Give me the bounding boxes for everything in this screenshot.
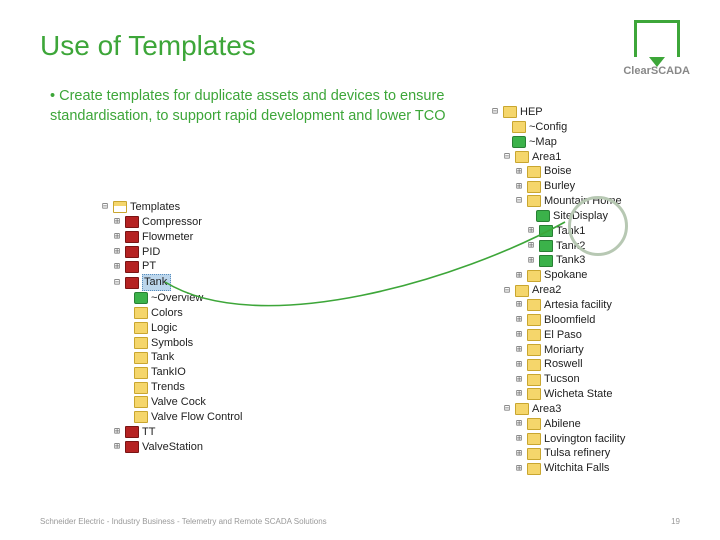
tree-label: Valve Cock [151,395,206,410]
folder-icon [134,396,148,408]
tree-label: Spokane [544,268,587,283]
tree-label: ValveStation [142,440,203,455]
tree-label: Wicheta State [544,387,612,402]
folder-icon [515,403,529,415]
project-tree[interactable]: ⊟HEP ~Config ~Map ⊟Area1 ⊞Boise ⊞Burley … [490,105,670,476]
template-icon [125,426,139,438]
tree-label: TT [142,425,155,440]
folder-icon [134,382,148,394]
folder-icon [503,106,517,118]
footer-left: Schneider Electric - Industry Business -… [40,517,327,526]
templates-tree[interactable]: ⊟Templates ⊞Compressor ⊞Flowmeter ⊞PID ⊞… [100,200,330,454]
tree-label: Area1 [532,150,561,165]
folder-icon [134,352,148,364]
tree-label-selected: Tank [142,274,171,291]
tree-label: Artesia facility [544,298,612,313]
tree-label: Logic [151,321,177,336]
folder-icon [527,359,541,371]
tree-label: Tank3 [556,253,585,268]
folder-icon [527,344,541,356]
tree-label: PID [142,245,160,260]
folder-icon [134,337,148,349]
tree-label: Compressor [142,215,202,230]
folder-icon [134,322,148,334]
folder-icon [512,121,526,133]
tree-label: PT [142,259,156,274]
folder-icon [527,195,541,207]
instance-icon [539,225,553,237]
folder-icon [527,270,541,282]
tree-label: El Paso [544,328,582,343]
tree-label: Moriarty [544,343,584,358]
page-title: Use of Templates [40,30,680,62]
folder-icon [527,433,541,445]
folder-icon [134,367,148,379]
tree-label: Symbols [151,336,193,351]
tree-label: Colors [151,306,183,321]
tree-label: ~Config [529,120,567,135]
folder-icon [527,418,541,430]
tree-label: Roswell [544,357,583,372]
logo-icon [634,20,680,57]
folder-icon [527,181,541,193]
tree-label: TankIO [151,365,186,380]
highlight-circle [568,196,628,256]
folder-icon [527,166,541,178]
folder-icon [527,374,541,386]
tree-label: Burley [544,179,575,194]
tree-label: Boise [544,164,572,179]
tree-label: Flowmeter [142,230,193,245]
tree-label: Tulsa refinery [544,446,610,461]
folder-icon [134,307,148,319]
tree-label: Witchita Falls [544,461,609,476]
mimic-icon [134,292,148,304]
folder-icon [527,463,541,475]
tree-label: HEP [520,105,543,120]
folder-icon [527,314,541,326]
tree-label: Bloomfield [544,313,595,328]
mimic-icon [536,210,550,222]
folder-icon [134,411,148,423]
template-icon [125,216,139,228]
folder-icon [527,388,541,400]
instance-icon [539,255,553,267]
logo: ClearSCADA [623,20,690,77]
folder-icon [527,448,541,460]
tree-label: Lovington facility [544,432,625,447]
tree-label: ~Overview [151,291,203,306]
instance-icon [539,240,553,252]
tree-label: ~Map [529,135,557,150]
template-icon [125,261,139,273]
tree-label: Tucson [544,372,580,387]
template-icon [125,441,139,453]
tree-label: Trends [151,380,185,395]
bullet-text: Create templates for duplicate assets an… [50,87,450,126]
folder-icon [515,285,529,297]
folder-icon [527,299,541,311]
template-icon [125,231,139,243]
tree-label: Area3 [532,402,561,417]
tree-label: Templates [130,200,180,215]
template-icon [125,246,139,258]
footer-page-number: 19 [671,517,680,526]
folder-icon [113,201,127,213]
tree-label: Valve Flow Control [151,410,243,425]
folder-icon [527,329,541,341]
tree-label: Tank [151,350,174,365]
map-icon [512,136,526,148]
folder-icon [515,151,529,163]
tree-label: Area2 [532,283,561,298]
template-icon [125,277,139,289]
tree-label: Abilene [544,417,581,432]
